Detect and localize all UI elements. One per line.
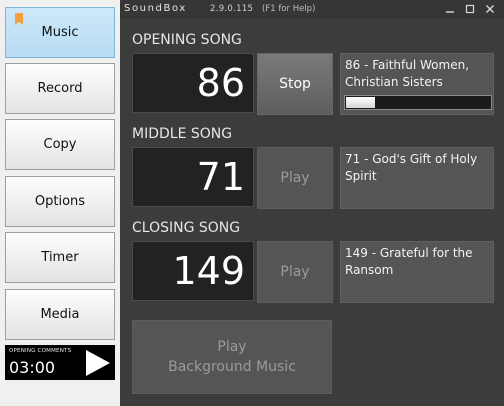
nav-options-label: Options: [34, 194, 86, 209]
play-background-music-button[interactable]: Play Background Music: [132, 320, 332, 394]
closing-play-button[interactable]: Play: [257, 241, 333, 303]
opening-song-title-box: 86 - Faithful Women, Christian Sisters: [340, 53, 494, 115]
close-icon[interactable]: [482, 1, 498, 17]
app-name: SoundBox: [124, 3, 187, 14]
opening-stop-button[interactable]: Stop: [257, 53, 333, 115]
middle-play-button[interactable]: Play: [257, 147, 333, 209]
opening-progress-bar: [344, 95, 492, 110]
middle-song-number[interactable]: 71: [132, 147, 254, 207]
closing-song-label: CLOSING SONG: [132, 220, 241, 236]
bg-music-line2: Background Music: [168, 359, 296, 375]
bookmark-icon: [15, 13, 23, 25]
nav-timer-button[interactable]: Timer: [5, 232, 115, 283]
nav-timer-label: Timer: [41, 250, 79, 265]
nav-copy-button[interactable]: Copy: [5, 119, 115, 170]
opening-song-label: OPENING SONG: [132, 32, 242, 48]
middle-song-label: MIDDLE SONG: [132, 126, 233, 142]
title-bar[interactable]: SoundBox 2.9.0.115 (F1 for Help): [120, 0, 504, 19]
opening-comments-timer[interactable]: OPENING COMMENTS 03:00: [5, 345, 115, 380]
middle-song-title: 71 - God's Gift of Holy Spirit: [345, 152, 478, 183]
nav-record-button[interactable]: Record: [5, 63, 115, 114]
timer-time: 03:00: [9, 358, 56, 377]
closing-song-title: 149 - Grateful for the Ransom: [345, 246, 473, 277]
play-icon[interactable]: [86, 350, 110, 376]
opening-song-number[interactable]: 86: [132, 53, 254, 113]
nav-media-button[interactable]: Media: [5, 289, 115, 340]
nav-options-button[interactable]: Options: [5, 176, 115, 227]
nav-record-label: Record: [37, 81, 83, 96]
help-hint: (F1 for Help): [262, 4, 316, 14]
middle-song-title-box: 71 - God's Gift of Holy Spirit: [340, 147, 494, 209]
closing-song-number[interactable]: 149: [132, 241, 254, 301]
closing-song-title-box: 149 - Grateful for the Ransom: [340, 241, 494, 303]
nav-copy-label: Copy: [43, 137, 77, 152]
main-panel: SoundBox 2.9.0.115 (F1 for Help) OPENING…: [120, 0, 504, 406]
nav-media-label: Media: [40, 307, 80, 322]
minimize-icon[interactable]: [442, 1, 458, 17]
timer-label: OPENING COMMENTS: [9, 348, 72, 354]
maximize-icon[interactable]: [462, 1, 478, 17]
progress-fill: [346, 97, 375, 108]
app-version: 2.9.0.115: [210, 4, 254, 14]
nav-music-button[interactable]: Music: [5, 7, 115, 58]
opening-song-title: 86 - Faithful Women, Christian Sisters: [345, 58, 470, 89]
nav-music-label: Music: [41, 25, 79, 40]
bg-music-line1: Play: [217, 339, 247, 355]
